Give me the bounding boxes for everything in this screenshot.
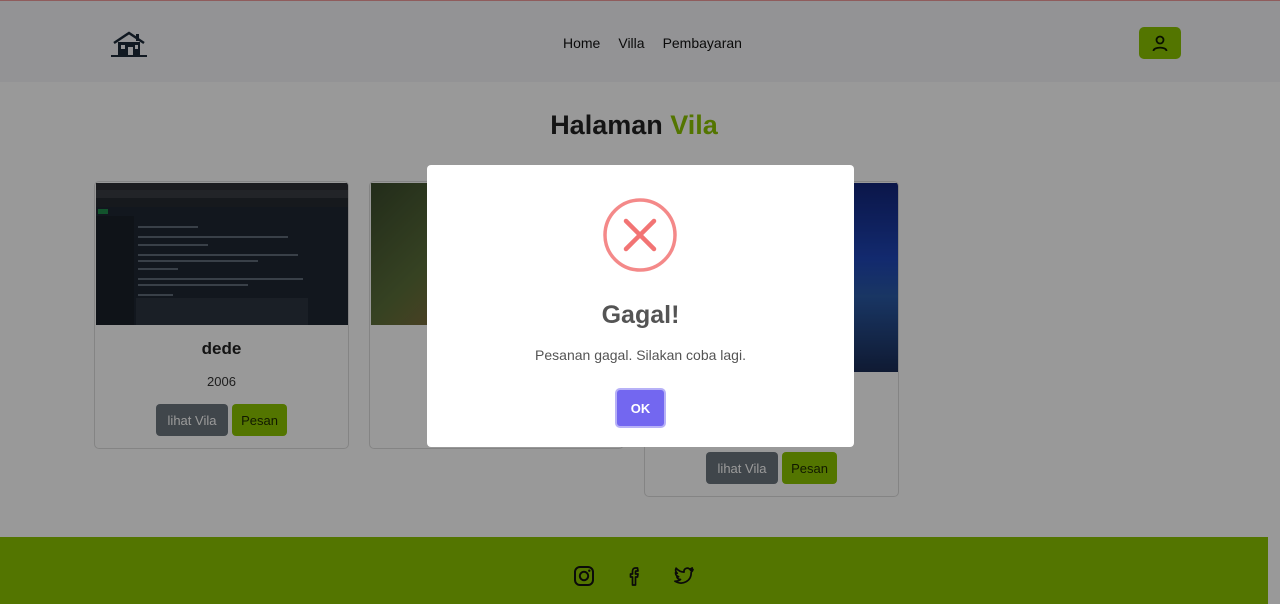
ok-button[interactable]: OK (615, 388, 666, 428)
dialog-title: Gagal! (601, 301, 680, 329)
error-x-icon (603, 198, 677, 272)
dialog-message: Pesanan gagal. Silakan coba lagi. (535, 347, 746, 363)
alert-dialog: Gagal! Pesanan gagal. Silakan coba lagi.… (427, 165, 854, 447)
